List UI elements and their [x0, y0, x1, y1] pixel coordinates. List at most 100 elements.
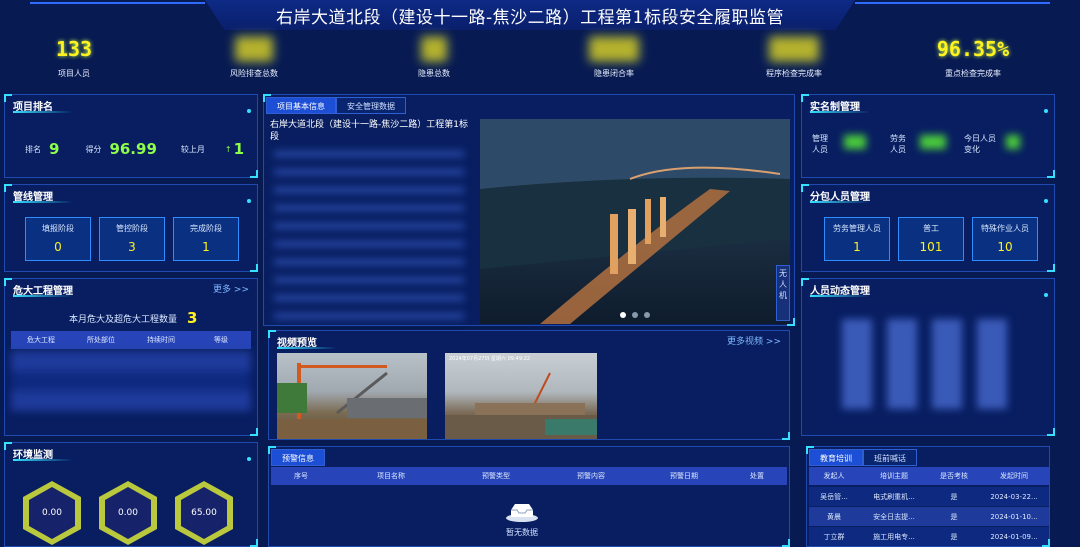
dynamic-content-obscured [842, 319, 1022, 409]
table-row[interactable]: 吴岳管... 电式刷重机... 是 2024-03-22... [809, 487, 1049, 506]
tab-warning-info[interactable]: 预警信息 [271, 449, 325, 466]
bridge-night-image [480, 119, 790, 324]
project-photo [480, 119, 790, 324]
column-header: 所处部位 [87, 336, 115, 344]
stat-value: 10 [997, 240, 1013, 254]
training-table-header: 发起人 培训主题 是否考核 发起时间 [809, 467, 1049, 485]
stat-value: 101 [919, 240, 943, 254]
kpi-label: 隐患闭合率 [594, 69, 634, 78]
realname-value-obscured [844, 135, 866, 149]
column-header: 培训主题 [880, 472, 908, 480]
tab-pre-shift[interactable]: 班前喊话 [863, 449, 917, 466]
column-header: 是否考核 [940, 472, 968, 480]
empty-box-icon [505, 502, 539, 522]
kpi-hazard-total: ██ 隐患总数 [374, 36, 494, 79]
column-header: 预警日期 [670, 472, 698, 480]
center-tabs: 项目基本信息 安全管理数据 [266, 97, 406, 114]
title-underline [13, 295, 73, 297]
kpi-key-check-rate: 96.35% 重点检查完成率 [913, 36, 1033, 79]
subcontract-box-labor-mgmt[interactable]: 劳务管理人员 1 [824, 217, 890, 261]
pipeline-box-fill[interactable]: 填报阶段 0 [25, 217, 91, 261]
project-name: 右岸大道北段（建设十一路-焦沙二路）工程第1标段 [270, 120, 468, 142]
kpi-value-obscured: ████ [589, 37, 639, 61]
header-line-left [30, 2, 205, 4]
subcontract-box-general[interactable]: 普工 101 [898, 217, 964, 261]
column-header: 发起人 [823, 472, 845, 480]
project-info-panel: 项目基本信息 安全管理数据 右岸大道北段（建设十一路-焦沙二路）工程第1标段 无… [263, 94, 795, 326]
kpi-value: 96.35% [936, 37, 1010, 61]
score-label: 得分 [85, 144, 102, 154]
column-header: 序号 [294, 472, 308, 480]
rank-value: 9 [49, 140, 60, 158]
tab-safety-data[interactable]: 安全管理数据 [336, 97, 406, 114]
page-title: 右岸大道北段（建设十一路-焦沙二路）工程第1标段安全履职监管 [276, 7, 784, 28]
pipeline-box-control[interactable]: 管控阶段 3 [99, 217, 165, 261]
danger-table-obscured [11, 351, 251, 411]
up-arrow-icon: ↑ [224, 144, 232, 154]
video-more-link[interactable]: 更多视频 >> [727, 334, 781, 347]
danger-table-header: 危大工程 所处部位 持续时间 等级 [11, 331, 251, 349]
empty-text: 暂无数据 [506, 528, 538, 537]
indicator-dot [1044, 109, 1048, 113]
kpi-value-obscured: ████ [769, 37, 819, 61]
kpi-label: 重点检查完成率 [945, 69, 1001, 78]
realname-label: 今日人员变化 [964, 134, 996, 154]
realname-panel: 实名制管理 管理人员 劳务人员 今日人员变化 [801, 94, 1055, 178]
stat-label: 填报阶段 [42, 224, 74, 233]
stat-value: 1 [202, 240, 210, 254]
construction-site-image [277, 363, 427, 439]
kpi-value-obscured: ███ [235, 37, 273, 61]
env-gauge: 0.00 [23, 481, 81, 545]
kpi-hazard-close-rate: ████ 隐患闭合率 [554, 36, 674, 79]
drone-side-tab[interactable]: 无人机 [776, 265, 790, 321]
stat-label: 劳务管理人员 [833, 224, 881, 233]
danger-more-link[interactable]: 更多 >> [213, 282, 249, 295]
column-header: 处置 [750, 472, 764, 480]
rank-label: 排名 [25, 144, 41, 154]
column-header: 危大工程 [27, 336, 55, 344]
column-header: 预警内容 [577, 472, 605, 480]
env-gauge: 0.00 [99, 481, 157, 545]
indicator-dot [247, 109, 251, 113]
title-underline [810, 201, 870, 203]
header-line-right [855, 2, 1050, 4]
stat-label: 管控阶段 [116, 224, 148, 233]
table-row[interactable]: 丁立群 施工用电专... 是 2024-01-09... [809, 527, 1049, 546]
stat-value: 3 [128, 240, 136, 254]
indicator-dot [1044, 199, 1048, 203]
dynamic-panel: 人员动态管理 [801, 278, 1055, 436]
kpi-label: 项目人员 [58, 69, 90, 78]
pipeline-box-done[interactable]: 完成阶段 1 [173, 217, 239, 261]
subcontract-box-special[interactable]: 特殊作业人员 10 [972, 217, 1038, 261]
realname-value-obscured [1006, 135, 1020, 149]
pipeline-panel: 管线管理 填报阶段 0 管控阶段 3 完成阶段 1 [4, 184, 258, 272]
stat-label: 特殊作业人员 [981, 224, 1029, 233]
video-camera-2[interactable]: 2024年07月27日 星期六 09:49:22 [445, 353, 597, 439]
tab-project-info[interactable]: 项目基本信息 [266, 97, 336, 114]
score-value: 96.99 [109, 140, 157, 158]
camera-timestamp: 2024年07月27日 星期六 09:49:22 [449, 356, 531, 362]
video-camera-1[interactable] [277, 353, 427, 439]
ranking-row: 排名 9 得分 96.99 较上月 ↑ 1 [25, 140, 244, 158]
danger-count-row: 本月危大及超危大工程数量 3 [69, 309, 197, 327]
column-header: 项目名称 [377, 472, 405, 480]
stat-value: 0 [54, 240, 62, 254]
stat-label: 普工 [923, 224, 939, 233]
ranking-panel: 项目排名 排名 9 得分 96.99 较上月 ↑ 1 [4, 94, 258, 178]
kpi-risk-total: ███ 风险排查总数 [194, 36, 314, 79]
realname-value-obscured [920, 135, 946, 149]
compare-value: 1 [233, 140, 245, 158]
warning-panel: 预警信息 序号 项目名称 预警类型 预警内容 预警日期 处置 暂无数据 [268, 446, 790, 547]
tab-education[interactable]: 教育培训 [809, 449, 863, 466]
stat-label: 完成阶段 [190, 224, 222, 233]
training-tabs: 教育培训 班前喊话 [809, 449, 917, 466]
env-panel: 环境监测 0.00 0.00 65.00 [4, 442, 258, 547]
env-gauge: 65.00 [175, 481, 233, 545]
realname-label: 管理人员 [812, 134, 828, 154]
column-header: 等级 [214, 336, 228, 344]
table-row[interactable]: 黄晨 安全日志提... 是 2024-01-10... [809, 507, 1049, 526]
column-header: 发起时间 [1000, 472, 1028, 480]
indicator-dot [1044, 293, 1048, 297]
column-header: 持续时间 [147, 336, 175, 344]
column-header: 预警类型 [482, 472, 510, 480]
